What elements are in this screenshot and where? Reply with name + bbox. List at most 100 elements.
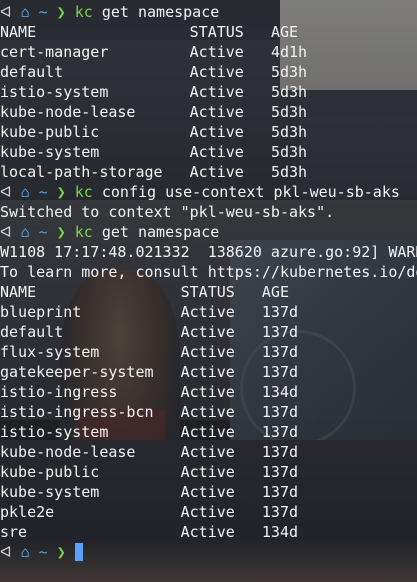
namespace-age: 137d: [261, 323, 299, 341]
namespace-name: kube-system: [0, 143, 100, 161]
namespace-status: Active: [189, 163, 244, 181]
table-header: NAME STATUS AGE: [0, 282, 417, 302]
warning-line: To learn more, consult https://kubernete…: [0, 263, 417, 281]
cwd-tilde: ~: [38, 223, 48, 241]
namespace-age: 5d3h: [270, 83, 308, 101]
namespace-age: 137d: [261, 503, 299, 521]
prompt-chevron-icon: ❯: [56, 3, 66, 21]
namespace-status: Active: [180, 343, 235, 361]
namespace-age: 5d3h: [270, 143, 308, 161]
namespace-name: cert-manager: [0, 43, 109, 61]
namespace-name: istio-system: [0, 83, 109, 101]
namespace-age: 5d3h: [270, 163, 308, 181]
namespace-name: default: [0, 323, 64, 341]
home-icon: ⌂: [20, 223, 30, 241]
column-header: AGE: [261, 283, 289, 301]
table-row: istio-ingress-bcn Active 137d: [0, 402, 417, 422]
table-row: pkle2e Active 137d: [0, 502, 417, 522]
namespace-status: Active: [180, 403, 235, 421]
table-row: kube-node-lease Active 137d: [0, 442, 417, 462]
prompt-chevron-icon: ❯: [56, 223, 66, 241]
command-args: get namespace: [101, 223, 220, 241]
namespace-status: Active: [180, 383, 235, 401]
home-icon: ⌂: [20, 183, 30, 201]
namespace-name: istio-ingress: [0, 383, 118, 401]
namespace-name: kube-public: [0, 463, 100, 481]
terminal-output[interactable]: ᐊ ⌂ ~ ❯ kc get namespace NAME STATUS AGE c…: [0, 2, 417, 562]
command-output: Switched to context "pkl-weu-sb-aks".: [0, 203, 335, 221]
namespace-age: 137d: [261, 423, 299, 441]
namespace-name: gatekeeper-system: [0, 363, 154, 381]
table-row: kube-public Active 5d3h: [0, 122, 417, 142]
warning-line: W1108 17:17:48.021332 138620 azure.go:92…: [0, 243, 417, 261]
namespace-name: local-path-storage: [0, 163, 163, 181]
table-row: local-path-storage Active 5d3h: [0, 162, 417, 182]
namespace-status: Active: [189, 123, 244, 141]
home-icon: ⌂: [20, 3, 30, 21]
namespace-age: 137d: [261, 463, 299, 481]
column-header: STATUS: [189, 23, 244, 41]
column-header: NAME: [0, 283, 37, 301]
namespace-name: istio-system: [0, 423, 109, 441]
prompt-symbol: ᐊ: [0, 183, 12, 201]
namespace-status: Active: [180, 463, 235, 481]
namespace-name: kube-public: [0, 123, 100, 141]
table-row: default Active 5d3h: [0, 62, 417, 82]
namespace-age: 137d: [261, 363, 299, 381]
namespace-age: 5d3h: [270, 103, 308, 121]
table-row: default Active 137d: [0, 322, 417, 342]
prompt-symbol: ᐊ: [0, 3, 12, 21]
namespace-status: Active: [180, 303, 235, 321]
table-row: sre Active 134d: [0, 522, 417, 542]
table-row: istio-ingress Active 134d: [0, 382, 417, 402]
text-cursor[interactable]: [74, 543, 83, 561]
prompt-line: ᐊ ⌂ ~ ❯ kc get namespace: [0, 222, 417, 242]
column-header: AGE: [270, 23, 299, 41]
namespace-age: 137d: [261, 303, 299, 321]
table-row: flux-system Active 137d: [0, 342, 417, 362]
namespace-status: Active: [189, 43, 244, 61]
prompt-chevron-icon: ❯: [56, 543, 66, 561]
namespace-age: 137d: [261, 443, 299, 461]
table-row: kube-public Active 137d: [0, 462, 417, 482]
namespace-name: istio-ingress-bcn: [0, 403, 154, 421]
namespace-name: default: [0, 63, 64, 81]
namespace-name: pkle2e: [0, 503, 55, 521]
namespace-age: 5d3h: [270, 123, 308, 141]
namespace-name: kube-system: [0, 483, 100, 501]
namespace-status: Active: [189, 143, 244, 161]
prompt-symbol: ᐊ: [0, 223, 12, 241]
table-row: gatekeeper-system Active 137d: [0, 362, 417, 382]
namespace-status: Active: [180, 363, 235, 381]
namespace-age: 137d: [261, 343, 299, 361]
namespace-status: Active: [180, 483, 235, 501]
table-row: blueprint Active 137d: [0, 302, 417, 322]
cwd-tilde: ~: [38, 543, 48, 561]
prompt-chevron-icon: ❯: [56, 183, 66, 201]
command-name: kc: [74, 3, 93, 21]
command-args: config use-context pkl-weu-sb-aks: [101, 183, 400, 201]
namespace-age: 5d3h: [270, 63, 308, 81]
table-row: istio-system Active 5d3h: [0, 82, 417, 102]
command-args: get namespace: [101, 3, 220, 21]
namespace-age: 4d1h: [270, 43, 308, 61]
table-row: kube-system Active 5d3h: [0, 142, 417, 162]
table-row: cert-manager Active 4d1h: [0, 42, 417, 62]
namespace-status: Active: [180, 523, 235, 541]
prompt-line: ᐊ ⌂ ~ ❯ kc config use-context pkl-weu-sb…: [0, 182, 417, 202]
namespace-name: blueprint: [0, 303, 82, 321]
column-header: STATUS: [180, 283, 235, 301]
namespace-status: Active: [189, 103, 244, 121]
cwd-tilde: ~: [38, 3, 48, 21]
prompt-line: ᐊ ⌂ ~ ❯ kc get namespace: [0, 2, 417, 22]
prompt-symbol: ᐊ: [0, 543, 12, 561]
command-name: kc: [74, 183, 93, 201]
namespace-name: flux-system: [0, 343, 100, 361]
table-header: NAME STATUS AGE: [0, 22, 417, 42]
column-header: NAME: [0, 23, 37, 41]
cwd-tilde: ~: [38, 183, 48, 201]
namespace-age: 137d: [261, 403, 299, 421]
table-row: kube-system Active 137d: [0, 482, 417, 502]
namespace-status: Active: [189, 83, 244, 101]
namespace-age: 134d: [261, 523, 299, 541]
